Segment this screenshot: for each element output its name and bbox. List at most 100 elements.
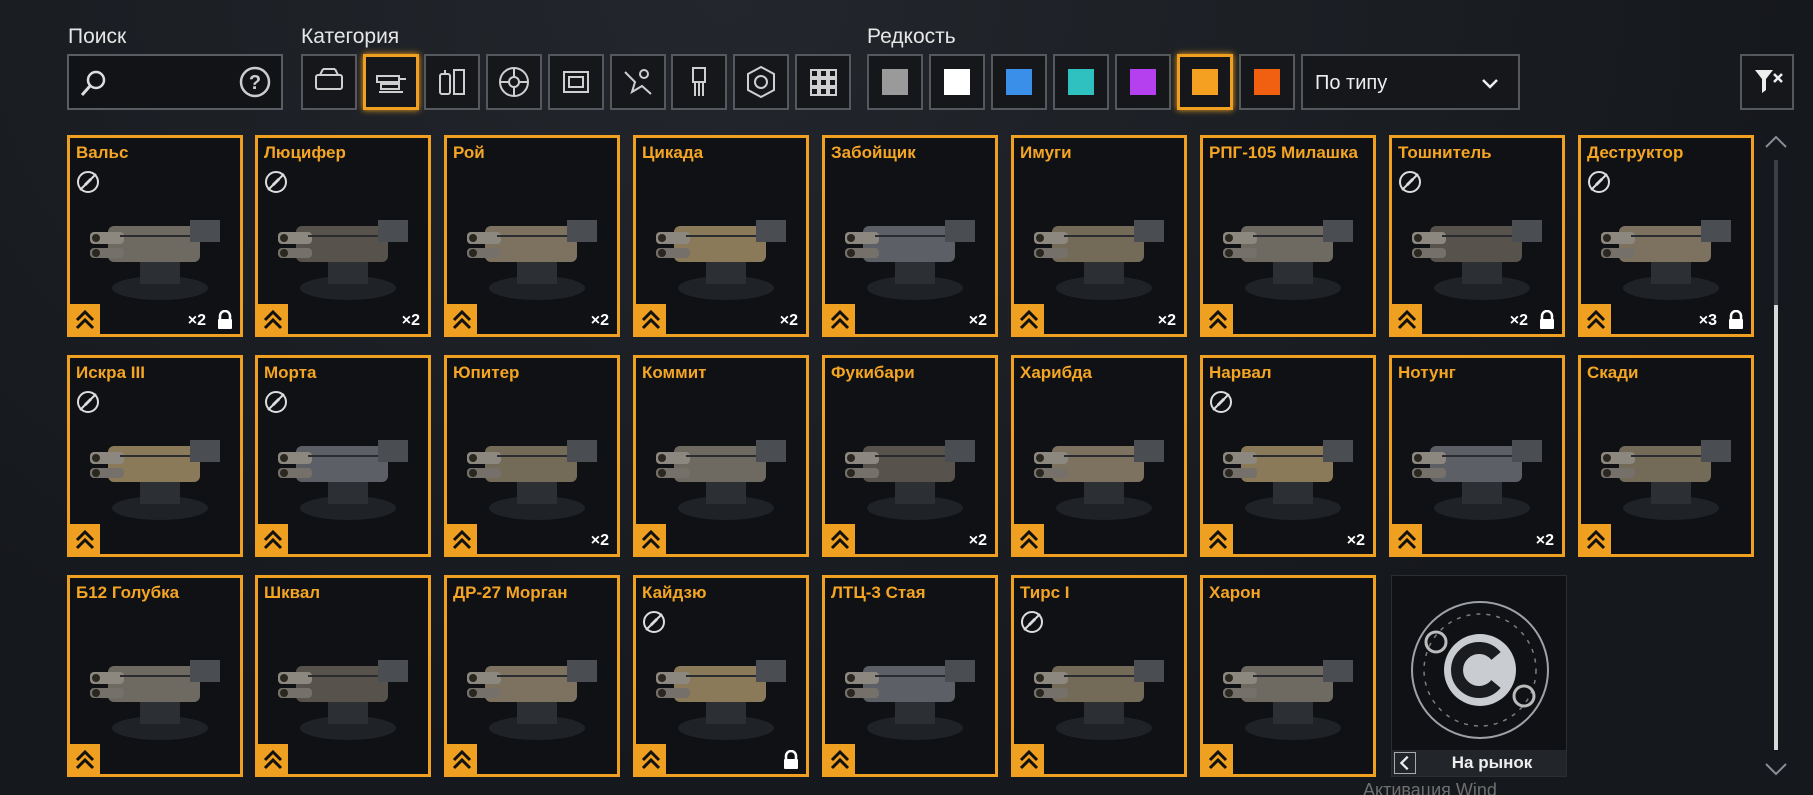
- upgrade-rank-icon: [825, 744, 855, 774]
- weapon-image: [845, 440, 975, 520]
- item-card[interactable]: Харон: [1200, 575, 1376, 777]
- scroll-up-icon[interactable]: [1764, 133, 1788, 149]
- item-card[interactable]: Скади: [1578, 355, 1754, 557]
- svg-text:?: ?: [249, 72, 261, 94]
- category-grid-button[interactable]: [794, 54, 851, 110]
- upgrade-rank-icon: [825, 304, 855, 334]
- item-name: Харон: [1209, 583, 1261, 602]
- upgrade-rank-icon: [1392, 304, 1422, 334]
- item-name: Деструктор: [1587, 143, 1684, 162]
- rarity-special-button[interactable]: [1053, 54, 1109, 110]
- weapon-image: [90, 660, 220, 740]
- market-tile[interactable]: На рынок: [1391, 575, 1567, 777]
- category-label: Категория: [301, 25, 400, 48]
- item-card[interactable]: Деструктор ×3: [1578, 135, 1754, 337]
- item-card[interactable]: Кайдзю: [633, 575, 809, 777]
- item-count: ×2: [1535, 532, 1554, 549]
- filter-clear-icon: [1755, 70, 1783, 93]
- category-resources-button[interactable]: [732, 54, 789, 110]
- sort-value: По типу: [1315, 72, 1388, 94]
- rarity-legendary-button[interactable]: [1177, 54, 1233, 110]
- weapon-image: [1223, 220, 1353, 300]
- not-craftable-icon: [265, 391, 287, 413]
- scrollbar-thumb[interactable]: [1774, 305, 1778, 750]
- item-count: ×2: [1346, 532, 1365, 549]
- weapon-image: [1034, 440, 1164, 520]
- category-equipment-button[interactable]: [424, 54, 481, 110]
- item-card[interactable]: Тирс I: [1011, 575, 1187, 777]
- wheel-icon: [499, 67, 530, 97]
- item-card[interactable]: Имуги ×2: [1011, 135, 1187, 337]
- item-card[interactable]: Шквал: [255, 575, 431, 777]
- rarity-swatch: [944, 69, 970, 95]
- item-count: ×2: [590, 532, 609, 549]
- weapon-image: [845, 220, 975, 300]
- paint-brush-icon: [692, 67, 707, 96]
- item-card[interactable]: Харибда: [1011, 355, 1187, 557]
- weapon-image: [278, 220, 408, 300]
- weapon-image: [278, 660, 408, 740]
- rarity-swatch: [882, 69, 908, 95]
- item-card[interactable]: Рой ×2: [444, 135, 620, 337]
- item-name: Шквал: [264, 583, 321, 602]
- not-craftable-icon: [643, 611, 665, 633]
- item-name: ДР-27 Морган: [453, 583, 568, 602]
- item-card[interactable]: Забойщик ×2: [822, 135, 998, 337]
- weapon-image: [90, 220, 220, 300]
- category-weapon-button[interactable]: [362, 54, 419, 110]
- category-frame-button[interactable]: [547, 54, 604, 110]
- item-card[interactable]: Коммит: [633, 355, 809, 557]
- item-card[interactable]: Нарвал ×2: [1200, 355, 1376, 557]
- not-craftable-icon: [1399, 171, 1421, 193]
- item-card[interactable]: Б12 Голубка: [67, 575, 243, 777]
- rarity-common-button[interactable]: [867, 54, 923, 110]
- item-card[interactable]: Нотунг ×2: [1389, 355, 1565, 557]
- weapon-image: [656, 220, 786, 300]
- upgrade-rank-icon: [447, 744, 477, 774]
- rarity-relic-button[interactable]: [1239, 54, 1295, 110]
- item-card[interactable]: Фукибари ×2: [822, 355, 998, 557]
- help-icon[interactable]: ?: [239, 66, 271, 98]
- item-count: ×2: [187, 312, 206, 329]
- upgrade-rank-icon: [636, 744, 666, 774]
- category-paint-brush-button[interactable]: [671, 54, 728, 110]
- item-card[interactable]: Люцифер ×2: [255, 135, 431, 337]
- category-car-button[interactable]: [301, 54, 357, 110]
- search-input[interactable]: ?: [67, 54, 283, 110]
- upgrade-rank-icon: [258, 524, 288, 554]
- item-card[interactable]: Юпитер ×2: [444, 355, 620, 557]
- rarity-rare-button[interactable]: [991, 54, 1047, 110]
- item-card[interactable]: Цикада ×2: [633, 135, 809, 337]
- back-arrow-icon[interactable]: [1394, 752, 1416, 774]
- category-wheel-button[interactable]: [486, 54, 543, 110]
- item-name: Скади: [1587, 363, 1639, 382]
- item-card[interactable]: РПГ-105 Милашка: [1200, 135, 1376, 337]
- item-card[interactable]: Искра III: [67, 355, 243, 557]
- scroll-down-icon[interactable]: [1764, 762, 1788, 778]
- car-icon: [315, 68, 343, 90]
- rarity-uncommon-button[interactable]: [929, 54, 985, 110]
- not-craftable-icon: [77, 171, 99, 193]
- weapon-image: [1034, 660, 1164, 740]
- clear-filter-button[interactable]: [1740, 54, 1794, 110]
- item-card[interactable]: Морта: [255, 355, 431, 557]
- item-card[interactable]: Вальс ×2: [67, 135, 243, 337]
- weapon-image: [467, 220, 597, 300]
- category-decor-button[interactable]: [609, 54, 666, 110]
- item-card[interactable]: ДР-27 Морган: [444, 575, 620, 777]
- item-count: ×3: [1698, 312, 1717, 329]
- upgrade-rank-icon: [825, 524, 855, 554]
- upgrade-rank-icon: [1014, 304, 1044, 334]
- item-count: ×2: [1509, 312, 1528, 329]
- sort-select[interactable]: По типу: [1301, 54, 1520, 110]
- item-card[interactable]: Тошнитель ×2: [1389, 135, 1565, 337]
- chevron-down-icon: [1482, 79, 1498, 89]
- rarity-swatch: [1006, 69, 1032, 95]
- upgrade-rank-icon: [447, 524, 477, 554]
- upgrade-rank-icon: [70, 524, 100, 554]
- item-card[interactable]: ЛТЦ-3 Стая: [822, 575, 998, 777]
- not-craftable-icon: [1021, 611, 1043, 633]
- weapon-image: [656, 660, 786, 740]
- rarity-epic-button[interactable]: [1115, 54, 1171, 110]
- rarity-swatch: [1254, 69, 1280, 95]
